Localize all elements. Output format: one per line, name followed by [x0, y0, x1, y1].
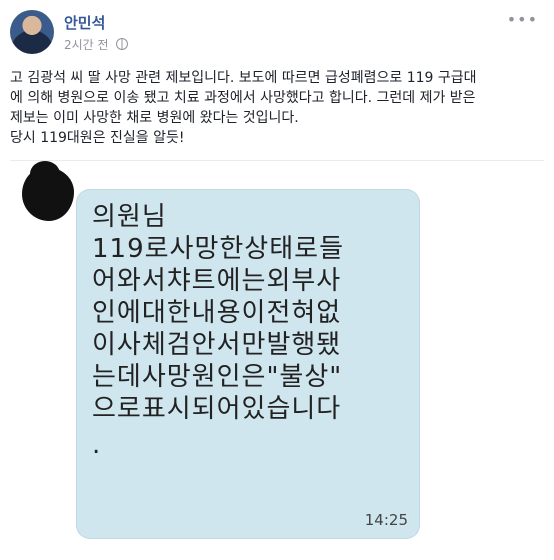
- message-line: .: [92, 430, 102, 460]
- message-line: 이사체검안서만발행됐: [92, 330, 342, 360]
- post-text-line: 고 김광석 씨 딸 사망 관련 제보입니다. 보도에 따르면 급성폐렴으로 11…: [10, 70, 477, 86]
- avatar[interactable]: [10, 10, 54, 54]
- author-name[interactable]: 안민석: [64, 12, 105, 33]
- globe-icon[interactable]: [116, 38, 129, 50]
- facebook-post: 안민석 2시간 전 ••• 고 김광석 씨 딸 사망 관련 제보입니다. 보도에…: [0, 0, 554, 560]
- post-text: 고 김광석 씨 딸 사망 관련 제보입니다. 보도에 따르면 급성폐렴으로 11…: [10, 68, 544, 148]
- message-line: 는데사망원인은"불상": [92, 362, 343, 392]
- message-line: 인에대한내용이전혀없: [92, 298, 342, 328]
- post-meta: 2시간 전: [64, 36, 129, 53]
- timestamp[interactable]: 2시간 전: [64, 38, 109, 52]
- post-text-line: 에 의해 병원으로 이송 됐고 치료 과정에서 사망했다고 합니다. 그런데 제…: [10, 90, 476, 106]
- post-header: 안민석 2시간 전 •••: [10, 10, 544, 60]
- ellipsis-icon[interactable]: •••: [507, 10, 538, 29]
- message-line: 의원님: [92, 202, 167, 232]
- message-line: 으로표시되어있습니다: [92, 394, 342, 424]
- post-text-line: 제보는 이미 사망한 채로 병원에 왔다는 것입니다.: [10, 110, 299, 126]
- post-text-line: 당시 119대원은 진실을 알듯!: [10, 130, 185, 146]
- message-time: 14:25: [364, 511, 408, 529]
- message-line: 119로사망한상태로들: [92, 234, 344, 264]
- message-line: 어와서챠트에는외부사: [92, 266, 342, 296]
- message-text: 의원님 119로사망한상태로들 어와서챠트에는외부사 인에대한내용이전혀없 이사…: [92, 201, 412, 461]
- post-photo[interactable]: 의원님 119로사망한상태로들 어와서챠트에는외부사 인에대한내용이전혀없 이사…: [10, 160, 544, 553]
- redacted-avatar: [22, 161, 74, 221]
- message-bubble: 의원님 119로사망한상태로들 어와서챠트에는외부사 인에대한내용이전혀없 이사…: [76, 189, 420, 539]
